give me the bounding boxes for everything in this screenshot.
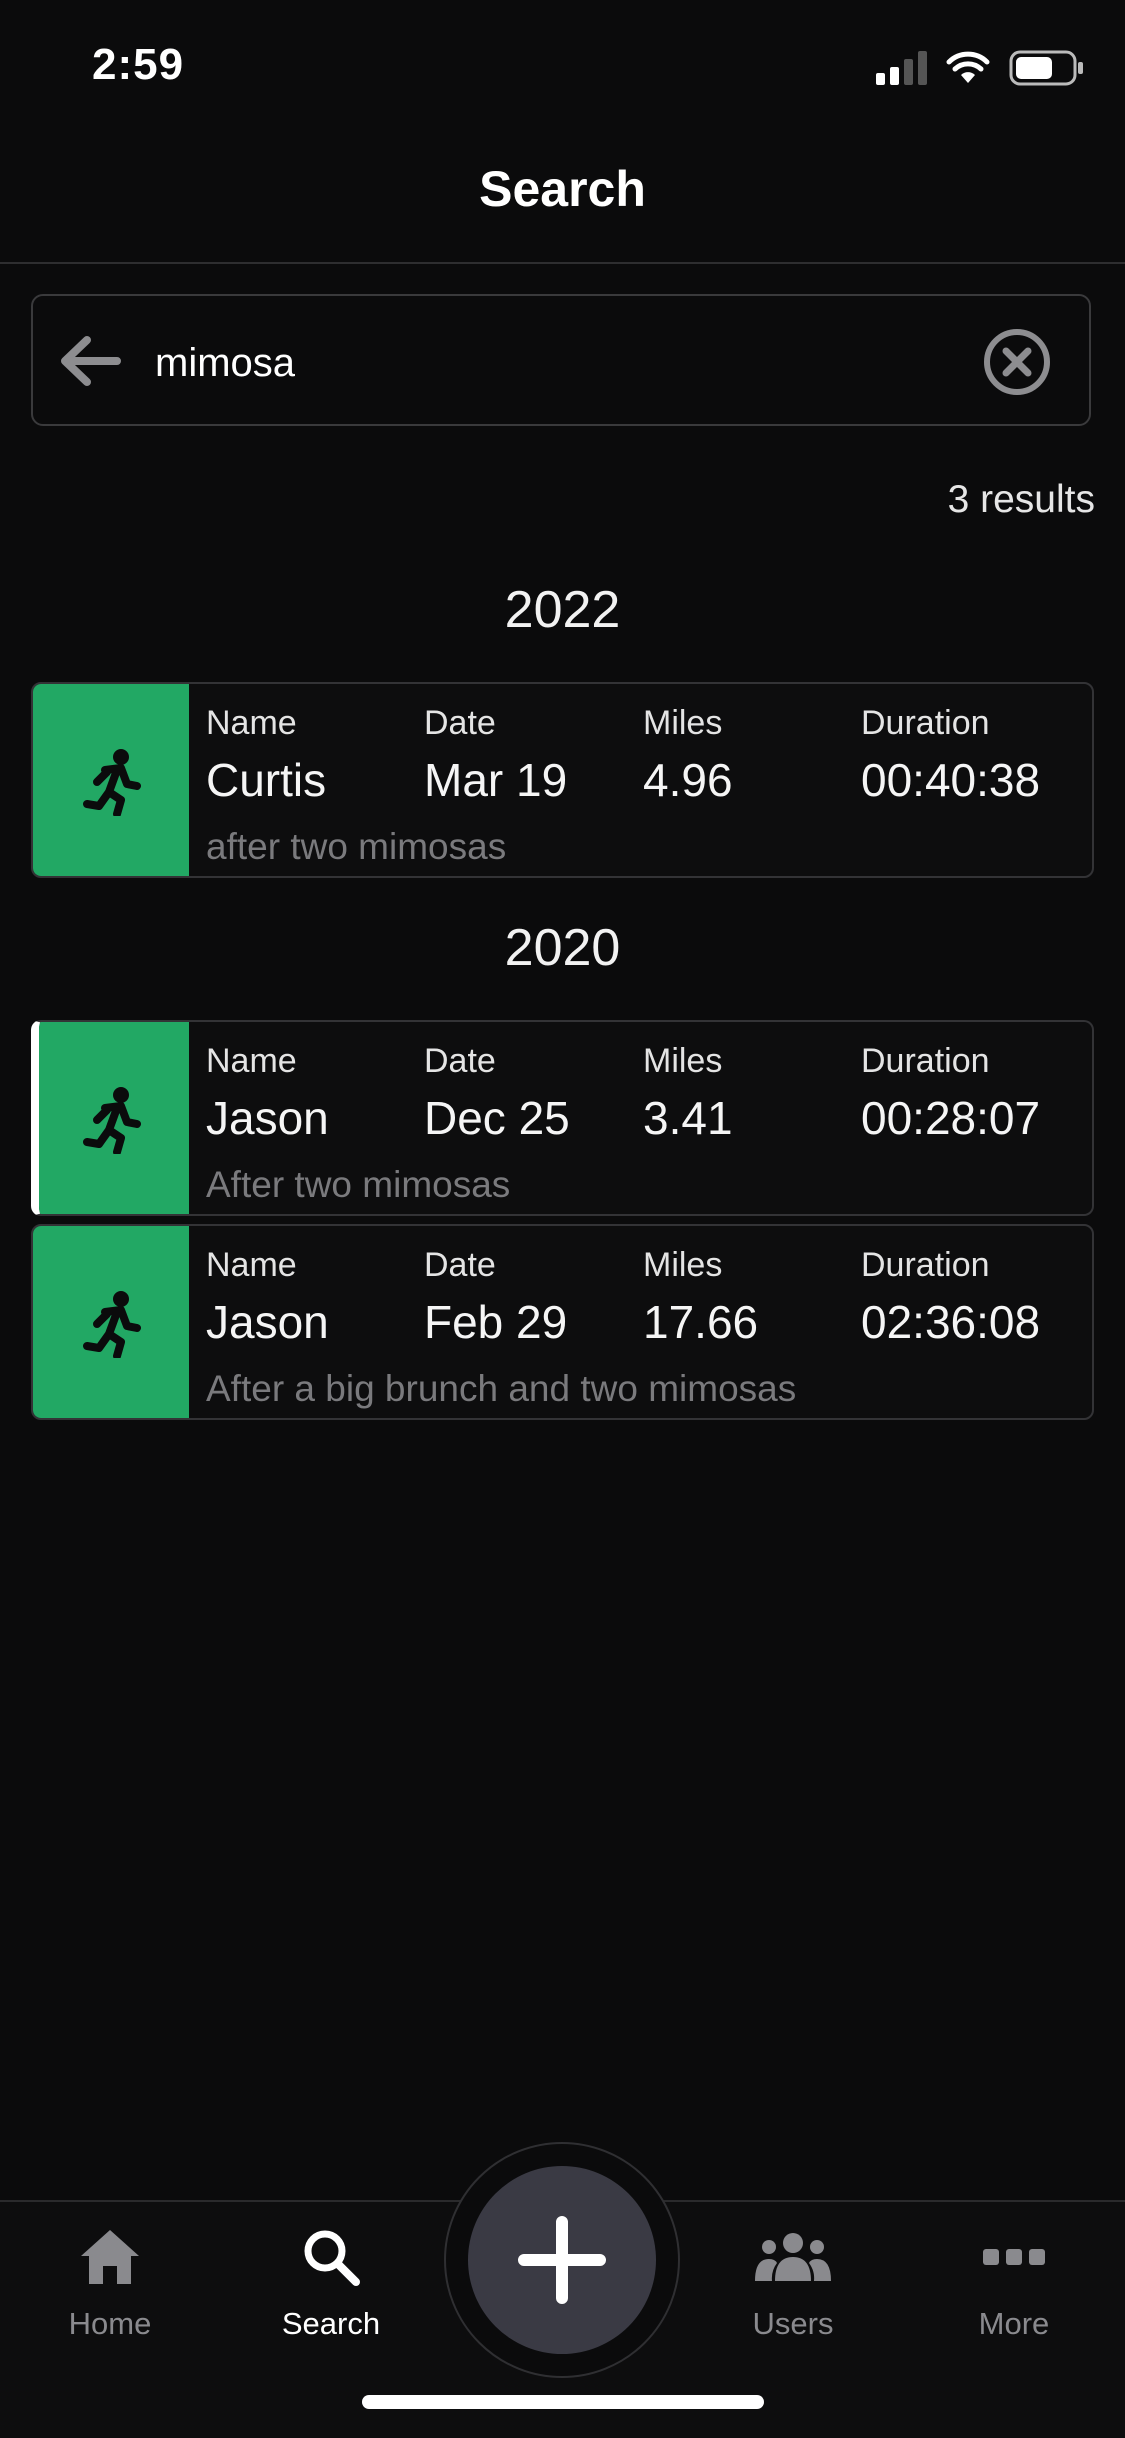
cellular-signal-icon <box>876 51 927 85</box>
search-box <box>31 294 1091 426</box>
tab-users[interactable]: Users <box>703 2222 883 2342</box>
date-label: Date <box>424 704 496 742</box>
name-label: Name <box>206 1246 297 1284</box>
date-value: Mar 19 <box>424 754 568 806</box>
status-time: 2:59 <box>92 40 185 89</box>
duration-label: Duration <box>861 1246 990 1284</box>
status-icons <box>876 50 1085 86</box>
add-activity-button[interactable] <box>468 2166 656 2354</box>
miles-label: Miles <box>643 1246 723 1284</box>
date-label: Date <box>424 1246 496 1284</box>
name-label: Name <box>206 1042 297 1080</box>
name-column: Name Jason <box>206 1042 329 1145</box>
home-icon <box>81 2230 139 2284</box>
duration-value: 00:40:38 <box>861 754 1041 806</box>
duration-value: 00:28:07 <box>861 1092 1041 1144</box>
wifi-icon <box>946 51 990 83</box>
miles-column: Miles 3.41 <box>643 1042 733 1145</box>
results-count: 3 results <box>947 478 1095 521</box>
year-heading: 2020 <box>504 919 621 977</box>
activity-note: after two mimosas <box>206 826 507 867</box>
plus-icon <box>518 2216 606 2304</box>
miles-label: Miles <box>643 704 723 742</box>
name-label: Name <box>206 704 297 742</box>
activity-card[interactable]: Name Jason Date Feb 29 Miles 17.66 Durat… <box>31 1224 1094 1420</box>
activity-card[interactable]: Name Jason Date Dec 25 Miles 3.41 Durati… <box>31 1020 1094 1216</box>
name-value: Jason <box>206 1296 329 1348</box>
miles-value: 4.96 <box>643 754 733 806</box>
date-column: Date Dec 25 <box>424 1042 570 1145</box>
back-arrow-icon[interactable] <box>53 326 123 396</box>
tab-more[interactable]: More <box>924 2222 1104 2342</box>
duration-column: Duration 02:36:08 <box>861 1246 1040 1349</box>
tab-home[interactable]: Home <box>20 2222 200 2342</box>
name-column: Name Curtis <box>206 704 326 807</box>
name-value: Jason <box>206 1092 329 1144</box>
name-column: Name Jason <box>206 1246 329 1349</box>
duration-label: Duration <box>861 704 990 742</box>
tab-label: More <box>978 2306 1050 2341</box>
tab-search[interactable]: Search <box>241 2222 421 2342</box>
search-input[interactable] <box>153 324 957 402</box>
miles-label: Miles <box>643 1042 723 1080</box>
home-indicator <box>362 2395 764 2409</box>
running-icon <box>83 1087 141 1154</box>
running-icon <box>83 1291 141 1358</box>
miles-value: 3.41 <box>643 1092 733 1144</box>
miles-value: 17.66 <box>643 1296 759 1348</box>
clear-search-icon[interactable] <box>981 326 1053 398</box>
users-icon <box>755 2233 831 2281</box>
date-value: Feb 29 <box>424 1296 568 1348</box>
running-icon <box>83 749 141 816</box>
status-bar: 2:59 <box>0 0 1125 130</box>
more-icon <box>983 2249 1045 2265</box>
date-column: Date Mar 19 <box>424 704 567 807</box>
tab-label: Users <box>752 2306 834 2341</box>
miles-column: Miles 4.96 <box>643 704 733 807</box>
year-heading: 2022 <box>504 581 621 639</box>
duration-label: Duration <box>861 1042 990 1080</box>
duration-column: Duration 00:40:38 <box>861 704 1040 807</box>
activity-note: After two mimosas <box>206 1164 511 1205</box>
page-title: Search <box>479 161 646 217</box>
date-column: Date Feb 29 <box>424 1246 567 1349</box>
battery-icon <box>1009 50 1083 86</box>
duration-column: Duration 00:28:07 <box>861 1042 1040 1145</box>
activity-note: After a big brunch and two mimosas <box>206 1368 797 1409</box>
search-icon <box>304 2230 360 2286</box>
miles-column: Miles 17.66 <box>643 1246 758 1349</box>
activity-card[interactable]: Name Curtis Date Mar 19 Miles 4.96 Durat… <box>31 682 1094 878</box>
date-value: Dec 25 <box>424 1092 570 1144</box>
tab-label: Search <box>281 2306 381 2341</box>
name-value: Curtis <box>206 754 327 806</box>
tab-label: Home <box>68 2306 152 2341</box>
duration-value: 02:36:08 <box>861 1296 1041 1348</box>
header-divider <box>0 262 1125 264</box>
date-label: Date <box>424 1042 496 1080</box>
